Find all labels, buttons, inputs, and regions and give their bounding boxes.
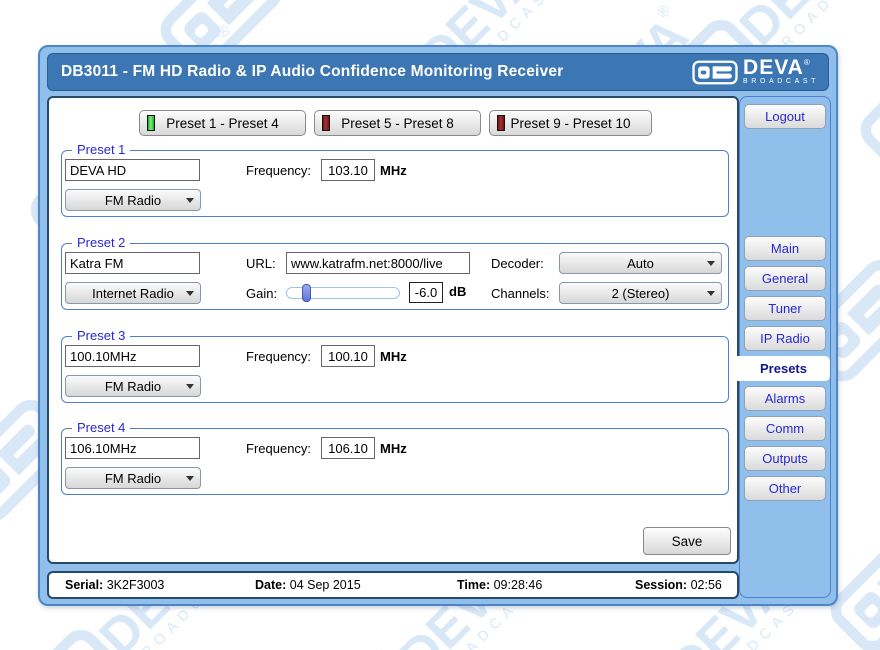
sidebar-item-presets[interactable]: Presets [737, 356, 830, 381]
deva-db-monogram-icon [692, 60, 738, 85]
chevron-down-icon [707, 261, 715, 266]
sidebar-item-main[interactable]: Main [744, 236, 826, 261]
time-label: Time: [457, 578, 490, 592]
time-value: 09:28:46 [494, 578, 543, 592]
page-title: DB3011 - FM HD Radio & IP Audio Confiden… [48, 63, 563, 81]
sidebar-item-tuner[interactable]: Tuner [744, 296, 826, 321]
preset-4-legend: Preset 4 [72, 420, 130, 435]
preset-2-url-input[interactable] [286, 252, 470, 274]
preset-4-frequency-unit: MHz [380, 441, 407, 456]
preset-3-frequency-label: Frequency: [246, 349, 311, 364]
preset-1-frequency-input[interactable] [321, 159, 375, 181]
preset-1-frequency-label: Frequency: [246, 163, 311, 178]
session-label: Session: [635, 578, 687, 592]
preset-2-decoder-value: Auto [627, 256, 654, 271]
chevron-down-icon [707, 291, 715, 296]
preset-4-type-value: FM Radio [105, 471, 161, 486]
logout-button[interactable]: Logout [744, 104, 826, 129]
preset-1-legend: Preset 1 [72, 142, 130, 157]
status-bar: Serial: 3K2F3003 Date: 04 Sep 2015 Time:… [47, 571, 739, 599]
tab-label: Preset 9 - Preset 10 [510, 116, 630, 131]
preset-2-decoder-select[interactable]: Auto [559, 252, 722, 274]
preset-2-name-input[interactable] [65, 252, 200, 274]
brand-text: DEVA ® BROADCAST [743, 58, 819, 86]
chevron-down-icon [186, 291, 194, 296]
preset-2-legend: Preset 2 [72, 235, 130, 250]
date-value: 04 Sep 2015 [290, 578, 361, 592]
preset-3-name-input[interactable] [65, 345, 200, 367]
preset-2-channels-label: Channels: [491, 286, 550, 301]
preset-1-type-value: FM Radio [105, 193, 161, 208]
preset-2-gain-unit: dB [449, 284, 466, 299]
sidebar-item-comm[interactable]: Comm [744, 416, 826, 441]
preset-1-name-input[interactable] [65, 159, 200, 181]
app-window: DB3011 - FM HD Radio & IP Audio Confiden… [38, 45, 838, 606]
deva-logo: DEVA ® BROADCAST [692, 58, 819, 86]
tab-preset-5-8[interactable]: Preset 5 - Preset 8 [314, 110, 481, 136]
save-button[interactable]: Save [643, 527, 731, 555]
preset-3-frequency-unit: MHz [380, 349, 407, 364]
sidebar-item-ip-radio[interactable]: IP Radio [744, 326, 826, 351]
preset-1-frequency-unit: MHz [380, 163, 407, 178]
chevron-down-icon [186, 198, 194, 203]
preset-3-group: Preset 3 Frequency: MHz FM Radio [61, 336, 729, 403]
serial-label: Serial: [65, 578, 103, 592]
preset-4-frequency-label: Frequency: [246, 441, 311, 456]
led-indicator-icon [147, 115, 155, 131]
tab-preset-1-4[interactable]: Preset 1 - Preset 4 [139, 110, 306, 136]
preset-4-group: Preset 4 Frequency: MHz FM Radio [61, 428, 729, 495]
preset-3-type-select[interactable]: FM Radio [65, 375, 201, 397]
preset-3-type-value: FM Radio [105, 379, 161, 394]
date-status: Date: 04 Sep 2015 [255, 578, 361, 592]
preset-2-url-label: URL: [246, 256, 276, 271]
chevron-down-icon [186, 384, 194, 389]
preset-3-frequency-input[interactable] [321, 345, 375, 367]
date-label: Date: [255, 578, 286, 592]
serial-value: 3K2F3003 [107, 578, 165, 592]
sidebar-item-outputs[interactable]: Outputs [744, 446, 826, 471]
sidebar-item-alarms[interactable]: Alarms [744, 386, 826, 411]
session-status: Session: 02:56 [635, 578, 722, 592]
preset-2-decoder-label: Decoder: [491, 256, 544, 271]
preset-2-group: Preset 2 URL: Decoder: Auto Internet Rad… [61, 243, 729, 310]
preset-1-type-select[interactable]: FM Radio [65, 189, 201, 211]
chevron-down-icon [186, 476, 194, 481]
preset-4-frequency-input[interactable] [321, 437, 375, 459]
tab-label: Preset 1 - Preset 4 [166, 116, 279, 131]
gain-slider[interactable] [286, 287, 400, 299]
preset-4-type-select[interactable]: FM Radio [65, 467, 201, 489]
sidebar-item-other[interactable]: Other [744, 476, 826, 501]
content-panel: Preset 1 - Preset 4 Preset 5 - Preset 8 … [47, 96, 739, 564]
session-value: 02:56 [691, 578, 722, 592]
sidebar-item-general[interactable]: General [744, 266, 826, 291]
gain-slider-thumb[interactable] [302, 284, 311, 302]
preset-2-gain-value-input[interactable] [409, 282, 443, 303]
registered-mark: ® [804, 59, 810, 67]
preset-2-type-select[interactable]: Internet Radio [65, 282, 201, 304]
preset-2-channels-value: 2 (Stereo) [612, 286, 670, 301]
preset-2-gain-label: Gain: [246, 286, 277, 301]
led-indicator-icon [497, 115, 505, 131]
tab-preset-9-10[interactable]: Preset 9 - Preset 10 [489, 110, 652, 136]
time-status: Time: 09:28:46 [457, 578, 542, 592]
preset-2-type-value: Internet Radio [92, 286, 174, 301]
title-bar: DB3011 - FM HD Radio & IP Audio Confiden… [47, 53, 829, 91]
sidebar: Logout Main General Tuner IP Radio Prese… [739, 96, 831, 598]
brand-name: DEVA [743, 58, 804, 77]
serial-status: Serial: 3K2F3003 [65, 578, 164, 592]
led-indicator-icon [322, 115, 330, 131]
brand-subtitle: BROADCAST [743, 78, 819, 86]
preset-3-legend: Preset 3 [72, 328, 130, 343]
tab-label: Preset 5 - Preset 8 [341, 116, 454, 131]
preset-4-name-input[interactable] [65, 437, 200, 459]
preset-1-group: Preset 1 Frequency: MHz FM Radio [61, 150, 729, 217]
preset-2-channels-select[interactable]: 2 (Stereo) [559, 282, 722, 304]
